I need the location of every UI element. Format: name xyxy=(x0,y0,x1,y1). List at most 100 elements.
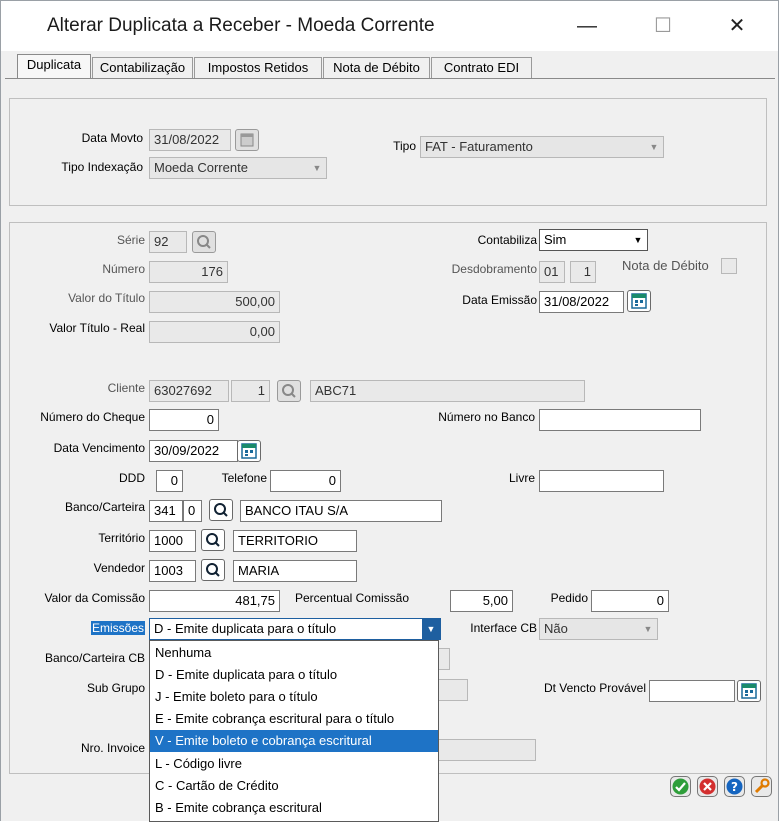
pedido-field[interactable]: 0 xyxy=(591,590,669,612)
emissoes-option[interactable]: E - Emite cobrança escritural para o tít… xyxy=(150,708,438,730)
interface-cb-select[interactable]: Não ▼ xyxy=(539,618,658,640)
desdobramento-a-field: 01 xyxy=(539,261,565,283)
chevron-down-icon[interactable]: ▼ xyxy=(422,619,440,639)
territorio-label: Território xyxy=(98,531,145,545)
search-icon[interactable] xyxy=(277,380,301,402)
data-movto-field[interactable]: 31/08/2022 xyxy=(149,129,231,151)
emissoes-option[interactable]: L - Código livre xyxy=(150,753,438,775)
valor-titulo-real-label: Valor Título - Real xyxy=(49,321,145,335)
numero-field: 176 xyxy=(149,261,228,283)
chevron-down-icon: ▼ xyxy=(649,142,659,152)
sub-grupo-label: Sub Grupo xyxy=(86,681,145,695)
chevron-down-icon: ▼ xyxy=(643,624,653,634)
pedido-label: Pedido xyxy=(550,591,588,605)
banco-field[interactable]: 341 xyxy=(149,500,183,522)
emissoes-value: D - Emite duplicata para o título xyxy=(154,621,337,636)
emissoes-label: Emissões xyxy=(90,621,145,635)
territorio-nome-field: TERRITORIO xyxy=(233,530,357,552)
data-emissao-field[interactable]: 31/08/2022 xyxy=(539,291,624,313)
svg-text:?: ? xyxy=(731,780,738,794)
chevron-down-icon: ▼ xyxy=(312,163,322,173)
data-movto-label: Data Movto xyxy=(81,131,143,145)
valor-titulo-real-field: 0,00 xyxy=(149,321,280,343)
tools-button[interactable] xyxy=(751,776,772,797)
numero-cheque-field[interactable]: 0 xyxy=(149,409,219,431)
interface-cb-value: Não xyxy=(544,621,568,636)
data-vencimento-label: Data Vencimento xyxy=(53,441,145,455)
dt-vencto-provavel-label: Dt Vencto Provável xyxy=(543,681,646,695)
tab-impostos-retidos[interactable]: Impostos Retidos xyxy=(194,57,322,79)
emissoes-label-text: Emissões xyxy=(90,621,145,635)
cliente-nome-field: ABC71 xyxy=(310,380,585,402)
emissoes-option[interactable]: D - Emite duplicata para o título xyxy=(150,664,438,686)
vendedor-label: Vendedor xyxy=(93,561,145,575)
ddd-field[interactable]: 0 xyxy=(156,470,183,492)
tipo-value: FAT - Faturamento xyxy=(425,139,533,154)
contabiliza-select[interactable]: Sim ▼ xyxy=(539,229,648,251)
valor-comissao-field[interactable]: 481,75 xyxy=(149,590,280,612)
ddd-label: DDD xyxy=(119,471,145,485)
nro-invoice-label: Nro. Invoice xyxy=(80,741,145,755)
tipo-indexacao-label: Tipo Indexação xyxy=(61,160,143,174)
dialog-content: Duplicata Contabilização Impostos Retido… xyxy=(1,51,778,822)
calendar-icon[interactable] xyxy=(627,290,651,312)
serie-label: Série xyxy=(116,233,145,247)
livre-field[interactable] xyxy=(539,470,664,492)
cliente-seq-field[interactable]: 1 xyxy=(231,380,270,402)
cliente-label: Cliente xyxy=(107,381,145,395)
maximize-button[interactable]: ☐ xyxy=(645,13,681,39)
emissoes-option[interactable]: B - Emite cobrança escritural xyxy=(150,797,438,819)
search-icon[interactable] xyxy=(209,499,233,521)
nota-debito-checkbox[interactable] xyxy=(721,258,737,274)
vendedor-codigo-field[interactable]: 1003 xyxy=(149,560,196,582)
tab-contrato-edi[interactable]: Contrato EDI xyxy=(431,57,532,79)
emissoes-select[interactable]: D - Emite duplicata para o título ▼ xyxy=(149,618,441,640)
search-icon[interactable] xyxy=(201,529,225,551)
minimize-button[interactable]: — xyxy=(569,13,605,39)
tipo-label: Tipo xyxy=(393,139,416,153)
data-vencimento-field[interactable]: 30/09/2022 xyxy=(149,440,238,462)
tab-divider xyxy=(5,78,775,79)
tab-contabilizacao[interactable]: Contabilização xyxy=(92,57,193,79)
carteira-field[interactable]: 0 xyxy=(183,500,202,522)
territorio-codigo-field[interactable]: 1000 xyxy=(149,530,196,552)
tab-nota-de-debito[interactable]: Nota de Débito xyxy=(323,57,430,79)
banco-carteira-cb-label: Banco/Carteira CB xyxy=(44,651,145,665)
cliente-codigo-field[interactable]: 63027692 xyxy=(149,380,229,402)
banco-nome-field: BANCO ITAU S/A xyxy=(240,500,442,522)
calendar-icon[interactable] xyxy=(237,440,261,462)
title-bar: Alterar Duplicata a Receber - Moeda Corr… xyxy=(1,1,778,51)
chevron-down-icon: ▼ xyxy=(633,235,643,245)
numero-banco-label: Número no Banco xyxy=(438,410,535,424)
banco-carteira-label: Banco/Carteira xyxy=(64,500,145,514)
tab-duplicata[interactable]: Duplicata xyxy=(17,54,91,79)
search-icon[interactable] xyxy=(192,231,216,253)
data-emissao-label: Data Emissão xyxy=(462,293,537,307)
calendar-icon[interactable] xyxy=(235,129,259,151)
numero-banco-field[interactable] xyxy=(539,409,701,431)
search-icon[interactable] xyxy=(201,559,225,581)
dt-vencto-provavel-field[interactable] xyxy=(649,680,735,702)
help-button[interactable]: ? xyxy=(724,776,745,797)
serie-field[interactable]: 92 xyxy=(149,231,187,253)
valor-titulo-field: 500,00 xyxy=(149,291,280,313)
emissoes-option[interactable]: J - Emite boleto para o título xyxy=(150,686,438,708)
valor-comissao-label: Valor da Comissão xyxy=(44,591,146,605)
emissoes-option[interactable]: Nenhuma xyxy=(150,642,438,664)
desdobramento-b-field: 1 xyxy=(570,261,596,283)
emissoes-option[interactable]: C - Cartão de Crédito xyxy=(150,775,438,797)
close-button[interactable]: ✕ xyxy=(719,13,755,39)
emissoes-option-highlighted[interactable]: V - Emite boleto e cobrança escritural xyxy=(150,730,438,752)
cancel-button[interactable] xyxy=(697,776,718,797)
percentual-comissao-label: Percentual Comissão xyxy=(294,591,409,605)
confirm-button[interactable] xyxy=(670,776,691,797)
window-title: Alterar Duplicata a Receber - Moeda Corr… xyxy=(47,15,435,36)
tipo-indexacao-select[interactable]: Moeda Corrente ▼ xyxy=(149,157,327,179)
telefone-field[interactable]: 0 xyxy=(270,470,341,492)
percentual-comissao-field[interactable]: 5,00 xyxy=(450,590,513,612)
emissoes-dropdown-list: Nenhuma D - Emite duplicata para o títul… xyxy=(149,640,439,822)
valor-titulo-label: Valor do Título xyxy=(68,291,145,305)
calendar-icon[interactable] xyxy=(737,680,761,702)
dialog-window: Alterar Duplicata a Receber - Moeda Corr… xyxy=(0,0,779,822)
tipo-select[interactable]: FAT - Faturamento ▼ xyxy=(420,136,664,158)
